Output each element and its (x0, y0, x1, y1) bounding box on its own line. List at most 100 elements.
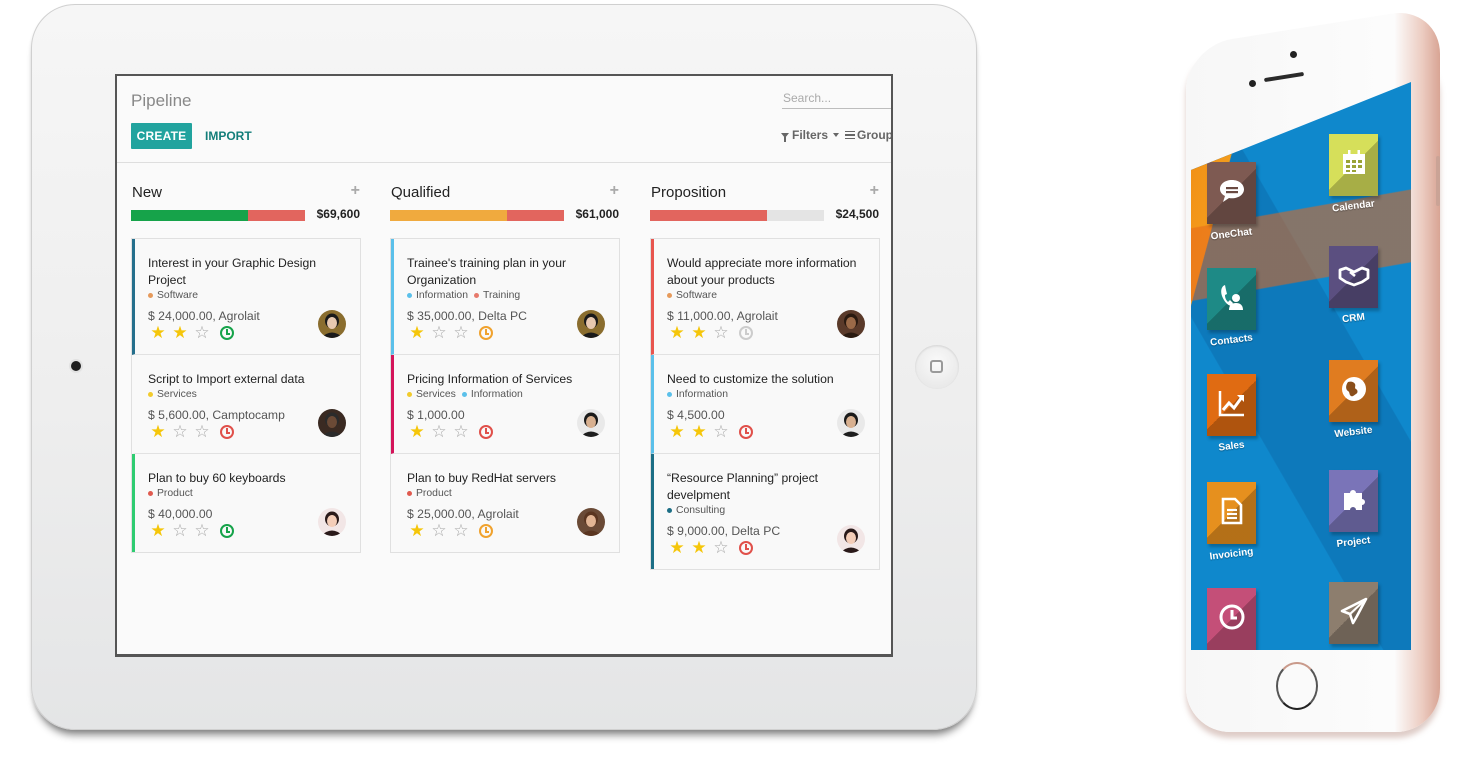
kanban-card[interactable]: Need to customize the solution Informati… (651, 355, 879, 454)
handshake-icon (1338, 260, 1370, 295)
app-tile-invoicing[interactable]: Invoicing (1207, 482, 1256, 563)
card-tags: Product (148, 488, 352, 499)
avatar (577, 310, 605, 338)
star-filled-icon[interactable]: ★ (148, 522, 168, 540)
tag: Information (407, 290, 468, 301)
progress-segment[interactable] (650, 210, 767, 221)
import-button[interactable]: IMPORT (205, 123, 252, 149)
app-tile-crm[interactable]: CRM (1329, 246, 1378, 325)
activity-clock-icon[interactable] (739, 541, 753, 555)
search-input[interactable] (782, 88, 891, 109)
star-filled-icon[interactable]: ★ (689, 539, 709, 557)
star-filled-icon[interactable]: ★ (689, 324, 709, 342)
card-title: Plan to buy 60 keyboards (148, 471, 286, 485)
star-empty-icon[interactable]: ☆ (192, 324, 212, 342)
column-header: Proposition + $24,500 (650, 174, 880, 221)
star-empty-icon[interactable]: ☆ (429, 324, 449, 342)
activity-clock-icon[interactable] (220, 326, 234, 340)
tablet-home-button[interactable] (915, 345, 959, 389)
tag-dot-icon (148, 491, 153, 496)
card-title: Script to Import external data (148, 372, 305, 386)
app-tile-sales[interactable]: Sales (1207, 374, 1256, 454)
activity-clock-icon[interactable] (220, 425, 234, 439)
star-empty-icon[interactable]: ☆ (192, 423, 212, 441)
app-tile-onechat[interactable]: OneChat (1207, 162, 1256, 242)
tag: Product (148, 488, 193, 499)
app-tile[interactable] (1329, 582, 1378, 644)
app-tile-contacts[interactable]: Contacts (1207, 268, 1256, 349)
kanban-card[interactable]: Trainee's training plan in your Organiza… (391, 239, 619, 355)
add-card-plus-icon[interactable]: + (351, 182, 360, 200)
filter-icon (781, 132, 789, 142)
kanban-card[interactable]: Script to Import external data Services … (132, 355, 360, 454)
activity-clock-icon[interactable] (739, 425, 753, 439)
star-empty-icon[interactable]: ☆ (711, 539, 731, 557)
group-by-dropdown[interactable]: Group (845, 128, 891, 142)
create-button[interactable]: CREATE (131, 123, 192, 149)
kanban-card[interactable]: Would appreciate more information about … (651, 239, 879, 355)
app-icon-tile (1329, 470, 1378, 532)
kanban-card[interactable]: Pricing Information of Services Services… (391, 355, 619, 454)
star-filled-icon[interactable]: ★ (407, 522, 427, 540)
clock-icon (1217, 602, 1247, 637)
star-filled-icon[interactable]: ★ (407, 423, 427, 441)
star-empty-icon[interactable]: ☆ (451, 522, 471, 540)
activity-clock-icon[interactable] (479, 524, 493, 538)
star-filled-icon[interactable]: ★ (170, 324, 190, 342)
card-list: Trainee's training plan in your Organiza… (390, 238, 620, 553)
card-title: Would appreciate more information about … (667, 256, 857, 287)
star-empty-icon[interactable]: ☆ (451, 324, 471, 342)
star-filled-icon[interactable]: ★ (667, 423, 687, 441)
chat-icon (1217, 176, 1247, 211)
column-header: New + $69,600 (131, 174, 361, 221)
filters-dropdown[interactable]: Filters (781, 128, 840, 142)
star-empty-icon[interactable]: ☆ (451, 423, 471, 441)
page-title: Pipeline (131, 91, 192, 110)
star-filled-icon[interactable]: ★ (148, 423, 168, 441)
kanban-card[interactable]: Interest in your Graphic Design Project … (132, 239, 360, 355)
calendar-icon (1339, 148, 1369, 183)
activity-clock-icon[interactable] (220, 524, 234, 538)
avatar (837, 310, 865, 338)
star-empty-icon[interactable]: ☆ (429, 423, 449, 441)
star-empty-icon[interactable]: ☆ (170, 423, 190, 441)
activity-clock-icon[interactable] (739, 326, 753, 340)
kanban-card[interactable]: Plan to buy 60 keyboards Product $ 40,00… (132, 454, 360, 552)
star-empty-icon[interactable]: ☆ (429, 522, 449, 540)
tag: Training (473, 290, 520, 301)
tag-dot-icon (667, 293, 672, 298)
add-card-plus-icon[interactable]: + (610, 182, 619, 200)
add-card-plus-icon[interactable]: + (870, 182, 879, 200)
tag-label: Information (676, 389, 728, 400)
phone-side-button (1436, 156, 1440, 206)
card-title: Need to customize the solution (667, 372, 834, 386)
contacts-icon (1217, 282, 1247, 317)
app-tile-project[interactable]: Project (1329, 470, 1378, 550)
app-tile-calendar[interactable]: Calendar (1329, 134, 1378, 215)
app-tile[interactable] (1207, 588, 1256, 650)
phone-home-button[interactable] (1276, 662, 1318, 710)
progress-segment[interactable] (247, 210, 305, 221)
kanban-card[interactable]: Plan to buy RedHat servers Product $ 25,… (391, 454, 619, 552)
star-filled-icon[interactable]: ★ (148, 324, 168, 342)
star-filled-icon[interactable]: ★ (667, 324, 687, 342)
star-empty-icon[interactable]: ☆ (192, 522, 212, 540)
tablet-screen: Pipeline CREATE IMPORT Filters Group New… (115, 74, 893, 657)
column-total: $24,500 (835, 207, 879, 221)
app-tile-website[interactable]: Website (1329, 360, 1378, 440)
star-empty-icon[interactable]: ☆ (170, 522, 190, 540)
star-filled-icon[interactable]: ★ (689, 423, 709, 441)
star-empty-icon[interactable]: ☆ (711, 423, 731, 441)
star-filled-icon[interactable]: ★ (667, 539, 687, 557)
activity-clock-icon[interactable] (479, 425, 493, 439)
star-empty-icon[interactable]: ☆ (711, 324, 731, 342)
puzzle-icon (1339, 484, 1369, 519)
activity-clock-icon[interactable] (479, 326, 493, 340)
progress-segment[interactable] (390, 210, 507, 221)
progress-segment[interactable] (131, 210, 248, 221)
tag-dot-icon (148, 293, 153, 298)
kanban-card[interactable]: “Resource Planning” project develpment C… (651, 454, 879, 569)
star-filled-icon[interactable]: ★ (407, 324, 427, 342)
progress-segment[interactable] (506, 210, 564, 221)
chart-up-icon (1217, 388, 1247, 423)
